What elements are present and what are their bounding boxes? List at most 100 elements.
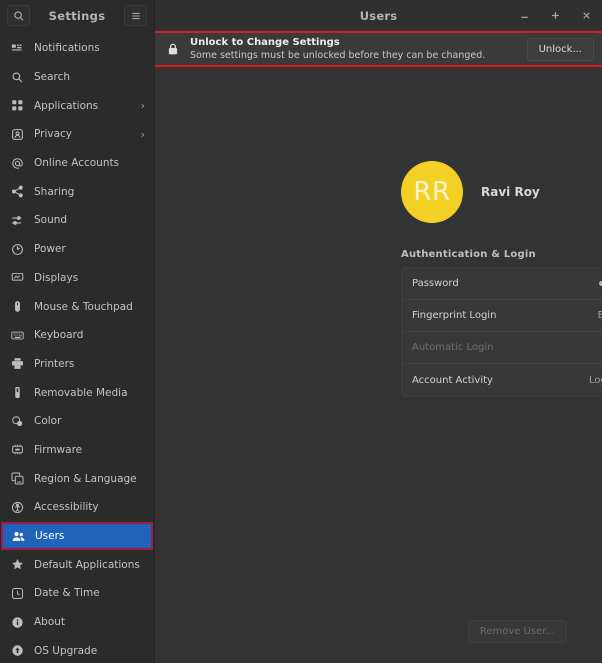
sidebar-item-label: Removable Media [34, 386, 128, 399]
banner-title: Unlock to Change Settings [190, 37, 340, 48]
sidebar-item-notifications[interactable]: Notifications [0, 34, 154, 63]
sidebar-item-default-applications[interactable]: Default Applications [0, 550, 154, 579]
content-area: Unlock to Change Settings Some settings … [155, 31, 602, 663]
minimize-icon [519, 10, 530, 21]
sidebar-item-region-language[interactable]: Region & Language [0, 464, 154, 493]
sidebar-item-label: Online Accounts [34, 157, 120, 170]
mouse-icon [10, 299, 25, 314]
sidebar[interactable]: Notifications Search Applications › Priv… [0, 31, 155, 663]
star-icon [10, 557, 25, 572]
sidebar-item-about[interactable]: About [0, 608, 154, 637]
info-icon [10, 615, 25, 630]
list-item-fingerprint-login[interactable]: Fingerprint Login Enabled › [402, 300, 602, 332]
banner-subtitle: Some settings must be unlocked before th… [190, 50, 486, 61]
sidebar-item-users[interactable]: Users [1, 521, 153, 551]
sidebar-item-power[interactable]: Power [0, 235, 154, 264]
menu-button[interactable] [124, 5, 147, 26]
search-icon [10, 70, 25, 85]
sidebar-item-label: Notifications [34, 42, 100, 55]
applications-grid-icon [10, 98, 25, 113]
sidebar-item-keyboard[interactable]: Keyboard [0, 321, 154, 350]
row-value: Logged in [588, 374, 602, 386]
sidebar-item-color[interactable]: Color [0, 407, 154, 436]
auth-section-title: Authentication & Login [401, 249, 536, 260]
sidebar-item-label: Printers [34, 357, 75, 370]
user-name: Ravi Roy [481, 185, 540, 199]
sidebar-item-label: Search [34, 71, 71, 84]
avatar[interactable]: RR [401, 161, 463, 223]
privacy-shield-icon [10, 127, 25, 142]
sidebar-item-accessibility[interactable]: Accessibility [0, 493, 154, 522]
at-sign-icon [10, 156, 25, 171]
list-item-password[interactable]: Password › [402, 268, 602, 300]
sidebar-item-label: Sound [34, 214, 68, 227]
sidebar-item-online-accounts[interactable]: Online Accounts [0, 149, 154, 178]
titlebar-main-section: Users [155, 0, 602, 31]
os-upgrade-icon [10, 643, 25, 658]
users-icon [11, 529, 26, 544]
close-button[interactable] [578, 8, 594, 24]
sidebar-item-date-time[interactable]: Date & Time [0, 579, 154, 608]
sidebar-item-label: Region & Language [34, 472, 137, 485]
sidebar-item-label: Users [35, 530, 65, 543]
minimize-button[interactable] [516, 8, 532, 24]
list-item-account-activity[interactable]: Account Activity Logged in › [402, 364, 602, 396]
settings-window: Settings Users Notifications Search Appl… [0, 0, 602, 663]
color-palette-icon [10, 414, 25, 429]
user-header: RR Ravi Roy [401, 161, 602, 223]
sidebar-item-label: Keyboard [34, 329, 84, 342]
sidebar-item-label: Color [34, 415, 62, 428]
auth-settings-list: Password › Fingerprint Login Enabled › A… [401, 267, 602, 397]
sidebar-item-label: Sharing [34, 185, 75, 198]
window-controls [516, 8, 594, 24]
sidebar-item-displays[interactable]: Displays [0, 264, 154, 293]
hamburger-menu-icon [130, 10, 142, 22]
accessibility-icon [10, 500, 25, 515]
row-label: Fingerprint Login [412, 310, 497, 321]
sidebar-item-privacy[interactable]: Privacy › [0, 120, 154, 149]
sidebar-item-label: Firmware [34, 443, 83, 456]
sidebar-item-label: Displays [34, 271, 79, 284]
sidebar-item-printers[interactable]: Printers [0, 350, 154, 379]
close-icon [581, 10, 592, 21]
titlebar-sidebar-section: Settings [0, 0, 155, 31]
banner-text: Unlock to Change Settings Some settings … [190, 36, 518, 62]
share-nodes-icon [10, 184, 25, 199]
printer-icon [10, 356, 25, 371]
removable-media-icon [10, 385, 25, 400]
sidebar-item-removable-media[interactable]: Removable Media [0, 378, 154, 407]
remove-user-button[interactable]: Remove User... [467, 620, 567, 643]
sidebar-item-applications[interactable]: Applications › [0, 91, 154, 120]
unlock-button[interactable]: Unlock... [526, 37, 594, 61]
sidebar-item-label: Default Applications [34, 558, 140, 571]
plus-icon [550, 10, 561, 21]
users-panel: RR Ravi Roy Authentication & Login Passw… [155, 67, 602, 663]
firmware-chip-icon [10, 442, 25, 457]
display-monitor-icon [10, 270, 25, 285]
sidebar-item-label: Applications [34, 99, 99, 112]
row-label: Account Activity [412, 374, 493, 386]
row-value: Enabled [598, 310, 602, 321]
clock-icon [10, 586, 25, 601]
sidebar-item-sound[interactable]: Sound [0, 206, 154, 235]
sidebar-item-sharing[interactable]: Sharing [0, 177, 154, 206]
sidebar-item-search[interactable]: Search [0, 63, 154, 92]
chevron-right-icon: › [140, 99, 145, 113]
titlebar: Settings Users [0, 0, 602, 31]
unlock-banner: Unlock to Change Settings Some settings … [155, 31, 602, 67]
row-label: Password [412, 278, 459, 289]
sidebar-item-os-upgrade[interactable]: OS Upgrade [0, 636, 154, 663]
lock-icon [165, 41, 181, 57]
sidebar-item-label: About [34, 616, 66, 629]
sidebar-item-label: Accessibility [34, 501, 99, 514]
search-button[interactable] [7, 5, 30, 26]
power-icon [10, 242, 25, 257]
sidebar-item-firmware[interactable]: Firmware [0, 436, 154, 465]
sidebar-item-label: Mouse & Touchpad [34, 300, 133, 313]
sidebar-item-mouse-touchpad[interactable]: Mouse & Touchpad [0, 292, 154, 321]
list-item-automatic-login: Automatic Login [402, 332, 602, 364]
maximize-button[interactable] [547, 8, 563, 24]
row-label: Automatic Login [412, 342, 494, 353]
sidebar-item-label: Date & Time [34, 587, 100, 600]
window-body: Notifications Search Applications › Priv… [0, 31, 602, 663]
